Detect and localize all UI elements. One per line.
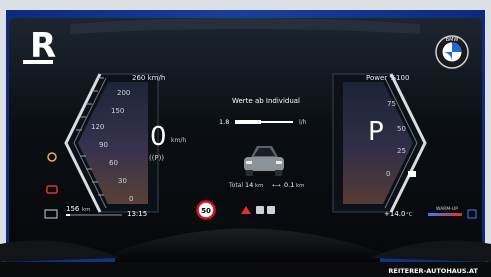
clock: 13:15 bbox=[127, 210, 147, 218]
power-tick-50: 50 bbox=[397, 125, 406, 133]
speed-tick-0: 0 bbox=[129, 195, 133, 203]
range-center-value: 0.1 bbox=[284, 181, 294, 189]
range-value: 156 bbox=[66, 205, 80, 213]
total-unit: km bbox=[255, 183, 264, 189]
park-assist-indicator: ((P)) bbox=[149, 154, 164, 162]
speed-tick-90: 90 bbox=[99, 141, 108, 149]
power-tick-75: 75 bbox=[387, 100, 396, 108]
speed-tick-120: 120 bbox=[91, 123, 104, 131]
bmw-logo-text: BMW bbox=[446, 37, 459, 43]
speed-value: 0 bbox=[150, 122, 167, 152]
speed-tick-200: 200 bbox=[117, 89, 130, 97]
outside-temp: +14.0 bbox=[384, 210, 405, 218]
speed-limit-value: 50 bbox=[201, 207, 211, 215]
power-title: Power %100 bbox=[366, 74, 409, 82]
gear-indicator: P bbox=[368, 117, 384, 147]
consumption-bar-fill bbox=[235, 120, 261, 124]
instrument-cluster-screenshot: R BMW 260 km/h 200 150 120 90 60 30 0 0 … bbox=[0, 0, 491, 277]
range-bar bbox=[66, 214, 122, 216]
info-title: Werte ab Individual bbox=[232, 97, 300, 105]
cluster-canvas: R BMW 260 km/h 200 150 120 90 60 30 0 0 … bbox=[0, 0, 491, 277]
speed-scale-max: 260 km/h bbox=[132, 74, 165, 82]
consumption-unit: l/h bbox=[299, 119, 307, 126]
speed-tick-150: 150 bbox=[111, 107, 124, 115]
range-bar-fill bbox=[66, 214, 70, 216]
dealer-website: REITERER-AUTOHAUS.AT bbox=[388, 267, 478, 275]
speed-unit: km/h bbox=[171, 137, 186, 144]
power-tick-0: 0 bbox=[386, 170, 390, 178]
warmup-bar bbox=[428, 213, 462, 216]
warmup-label: WARM-UP bbox=[436, 206, 458, 212]
total-label: Total bbox=[228, 182, 243, 189]
range-unit: km bbox=[82, 207, 91, 213]
total-value: 14 bbox=[245, 181, 253, 189]
range-center-unit: km bbox=[296, 183, 305, 189]
bmw-logo: BMW bbox=[435, 35, 469, 69]
temp-unit: °C bbox=[406, 212, 413, 218]
power-tick-25: 25 bbox=[397, 147, 406, 155]
consumption-value: 1.8 bbox=[219, 118, 229, 126]
speed-tick-30: 30 bbox=[118, 177, 127, 185]
range-arrow-icon: ⟷ bbox=[272, 182, 281, 189]
camera-icon bbox=[267, 206, 275, 214]
speed-tick-60: 60 bbox=[109, 159, 118, 167]
power-needle bbox=[408, 171, 416, 177]
assist-icon bbox=[256, 206, 264, 214]
